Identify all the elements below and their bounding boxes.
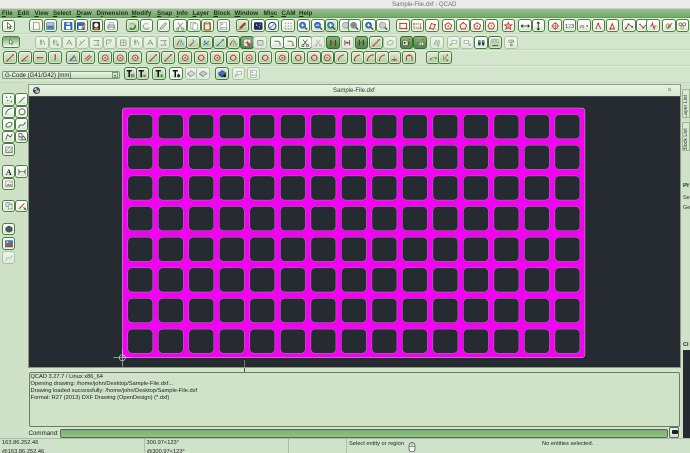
- svg-text:123: 123: [565, 24, 574, 30]
- svg-text:A: A: [5, 167, 11, 176]
- svg-text:10: 10: [406, 41, 410, 45]
- svg-text:mm: mm: [251, 74, 256, 77]
- svg-text:mm: mm: [221, 25, 226, 29]
- svg-text:0.00: 0.00: [492, 40, 497, 43]
- svg-text:0.0: 0.0: [418, 41, 422, 45]
- svg-text:pq: pq: [579, 23, 584, 28]
